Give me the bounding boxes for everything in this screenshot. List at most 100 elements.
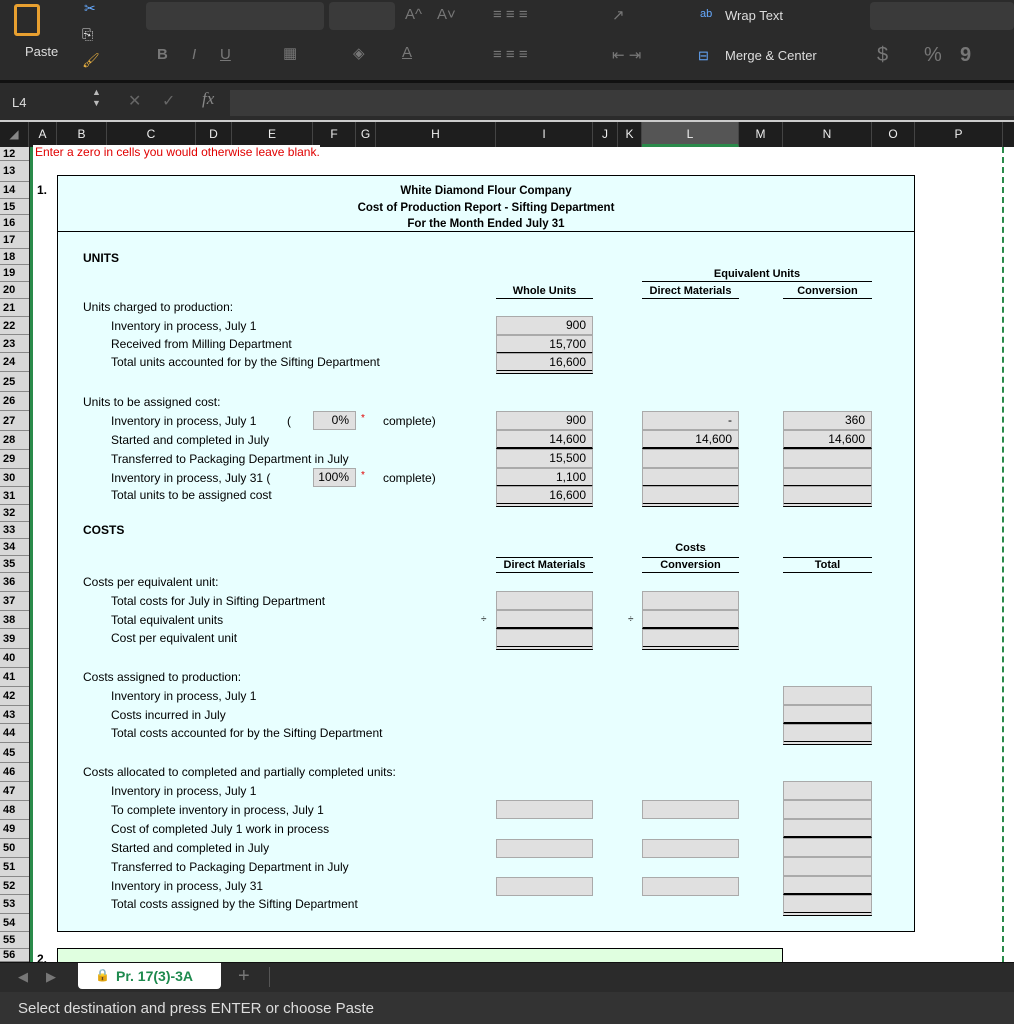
column-header-f[interactable]: F — [313, 122, 356, 147]
row-header[interactable]: 14 — [0, 182, 29, 199]
percent-complete-july31-input[interactable]: 100% — [313, 468, 356, 487]
row-header[interactable]: 44 — [0, 724, 29, 743]
input-cell[interactable] — [642, 468, 739, 487]
input-cell[interactable]: 900 — [496, 316, 593, 335]
input-cell[interactable]: - — [642, 411, 739, 430]
row-header[interactable]: 18 — [0, 249, 29, 265]
shrink-font-button[interactable]: A˅ — [437, 6, 456, 23]
add-sheet-icon[interactable]: + — [238, 965, 250, 988]
name-box[interactable]: L4 — [12, 95, 26, 110]
input-cell[interactable] — [642, 877, 739, 896]
input-cell[interactable] — [642, 591, 739, 610]
row-header[interactable]: 13 — [0, 161, 29, 182]
cut-icon[interactable]: ✂ — [84, 0, 96, 17]
formula-input[interactable] — [230, 90, 1014, 116]
input-cell[interactable]: 16,600 — [496, 486, 593, 507]
font-name-dropdown[interactable] — [146, 2, 324, 30]
percent-button[interactable]: % — [924, 44, 942, 67]
enter-icon[interactable]: ✓ — [162, 91, 175, 111]
column-header-m[interactable]: M — [739, 122, 783, 147]
column-header-k[interactable]: K — [618, 122, 642, 147]
copy-icon[interactable]: ⎘ — [82, 26, 93, 43]
wrap-text-button[interactable]: Wrap Text — [725, 8, 783, 23]
row-header[interactable]: 42 — [0, 687, 29, 706]
row-header[interactable]: 22 — [0, 317, 29, 335]
row-header[interactable]: 21 — [0, 299, 29, 317]
row-header[interactable]: 50 — [0, 839, 29, 858]
column-header-n[interactable]: N — [783, 122, 872, 147]
row-header[interactable]: 29 — [0, 450, 29, 469]
input-cell[interactable]: 1,100 — [496, 468, 593, 487]
input-cell[interactable] — [783, 819, 872, 838]
row-header[interactable]: 26 — [0, 392, 29, 411]
input-cell[interactable] — [783, 838, 872, 857]
input-cell[interactable] — [642, 629, 739, 650]
row-header[interactable]: 32 — [0, 505, 29, 522]
number-format-dropdown[interactable] — [870, 2, 1014, 30]
column-header-j[interactable]: J — [593, 122, 618, 147]
next-sheet-icon[interactable]: ▶ — [46, 969, 56, 985]
paste-icon[interactable] — [14, 4, 40, 36]
row-header[interactable]: 46 — [0, 763, 29, 782]
row-header[interactable]: 56 — [0, 949, 29, 962]
input-cell[interactable]: 14,600 — [642, 430, 739, 449]
cancel-icon[interactable]: ✕ — [128, 91, 141, 111]
input-cell[interactable]: 900 — [496, 411, 593, 430]
input-cell[interactable] — [783, 686, 872, 705]
row-header[interactable]: 24 — [0, 353, 29, 372]
row-header[interactable]: 55 — [0, 932, 29, 949]
row-header[interactable]: 43 — [0, 706, 29, 724]
row-header[interactable]: 30 — [0, 469, 29, 487]
input-cell[interactable] — [783, 449, 872, 468]
percent-complete-july1-input[interactable]: 0% — [313, 411, 356, 430]
column-header-a[interactable]: A — [29, 122, 57, 147]
input-cell[interactable] — [642, 610, 739, 629]
row-header[interactable]: 19 — [0, 265, 29, 282]
column-header-p[interactable]: P — [915, 122, 1003, 147]
align-left-icon[interactable]: ≡ ≡ ≡ — [493, 46, 528, 63]
bold-button[interactable]: B — [157, 46, 168, 63]
column-header-c[interactable]: C — [107, 122, 196, 147]
row-header[interactable]: 36 — [0, 573, 29, 592]
grow-font-button[interactable]: A^ — [405, 6, 422, 23]
input-cell[interactable] — [496, 591, 593, 610]
input-cell[interactable] — [642, 839, 739, 858]
row-header[interactable]: 16 — [0, 215, 29, 232]
column-header-d[interactable]: D — [196, 122, 232, 147]
input-cell[interactable] — [496, 629, 593, 650]
column-header-i[interactable]: I — [496, 122, 593, 147]
row-header[interactable]: 34 — [0, 539, 29, 556]
input-cell[interactable] — [783, 468, 872, 487]
row-header[interactable]: 45 — [0, 743, 29, 763]
orientation-icon[interactable]: ↗ — [612, 6, 625, 24]
column-header-b[interactable]: B — [57, 122, 107, 147]
fx-icon[interactable]: fx — [202, 89, 214, 109]
row-header[interactable]: 31 — [0, 487, 29, 505]
row-header[interactable]: 40 — [0, 649, 29, 668]
format-painter-icon[interactable]: 🖌 — [82, 52, 100, 69]
input-cell[interactable] — [642, 800, 739, 819]
input-cell[interactable] — [496, 877, 593, 896]
row-header[interactable]: 33 — [0, 522, 29, 539]
input-cell[interactable]: 14,600 — [783, 430, 872, 449]
prev-sheet-icon[interactable]: ◀ — [18, 969, 28, 985]
column-header-l[interactable]: L — [642, 122, 739, 147]
input-cell[interactable]: 360 — [783, 411, 872, 430]
column-header-e[interactable]: E — [232, 122, 313, 147]
row-header[interactable]: 51 — [0, 858, 29, 877]
sheet-tab[interactable]: 🔒 Pr. 17(3)-3A — [78, 963, 221, 989]
input-cell[interactable] — [783, 705, 872, 724]
fill-color-icon[interactable]: ◈ — [353, 44, 365, 62]
row-header[interactable]: 17 — [0, 232, 29, 249]
column-header-o[interactable]: O — [872, 122, 915, 147]
input-cell[interactable] — [496, 800, 593, 819]
input-cell[interactable]: 15,500 — [496, 449, 593, 468]
comma-button[interactable]: 9 — [960, 44, 971, 67]
paste-button[interactable]: Paste — [25, 44, 58, 59]
column-header-g[interactable]: G — [356, 122, 376, 147]
row-header[interactable]: 23 — [0, 335, 29, 353]
input-cell[interactable] — [496, 839, 593, 858]
input-cell[interactable] — [783, 800, 872, 819]
input-cell[interactable] — [642, 486, 739, 507]
row-header[interactable]: 20 — [0, 282, 29, 299]
